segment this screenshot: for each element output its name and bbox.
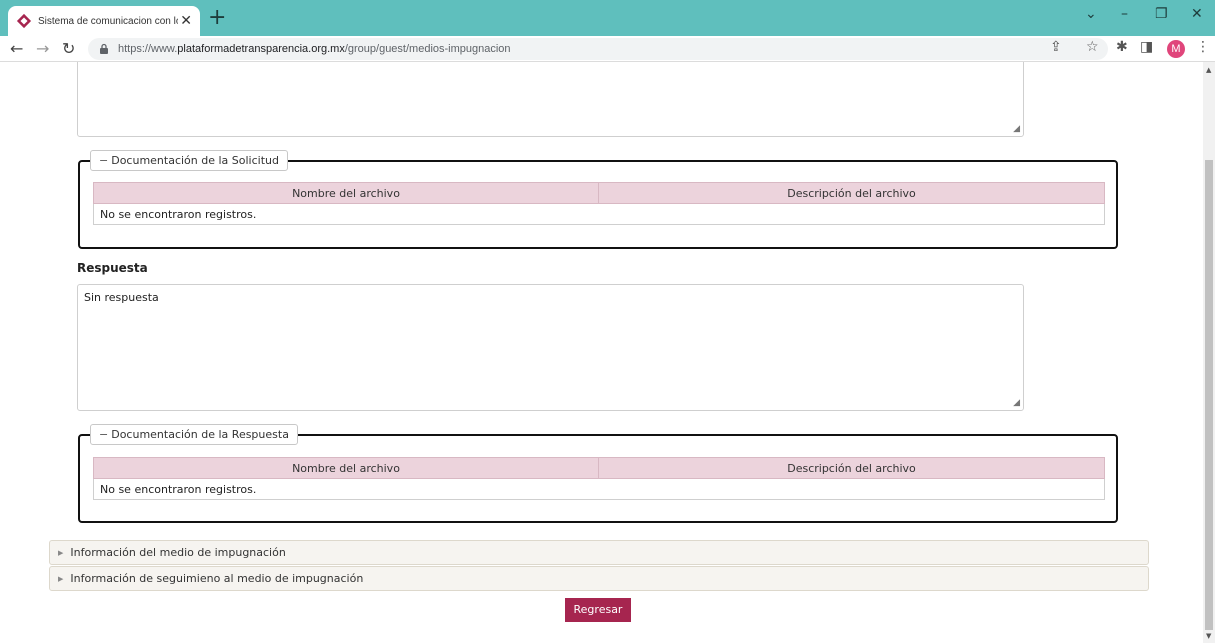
new-tab-button[interactable]: + bbox=[208, 7, 226, 29]
column-header[interactable]: Descripción del archivo bbox=[598, 457, 1105, 479]
share-icon[interactable]: ⇪ bbox=[1050, 39, 1062, 55]
tab-search-icon[interactable]: ⌄ bbox=[1085, 6, 1097, 22]
minimize-icon[interactable]: – bbox=[1121, 6, 1128, 22]
accordion-seguimiento[interactable]: ▶ Información de seguimieno al medio de … bbox=[49, 566, 1149, 591]
column-header[interactable]: Descripción del archivo bbox=[598, 182, 1105, 204]
bookmark-star-icon[interactable]: ☆ bbox=[1086, 39, 1099, 55]
forward-arrow-icon[interactable]: → bbox=[36, 39, 49, 58]
column-header[interactable]: Nombre del archivo bbox=[93, 457, 599, 479]
close-tab-icon[interactable]: ✕ bbox=[180, 13, 192, 29]
column-header[interactable]: Nombre del archivo bbox=[93, 182, 599, 204]
expand-triangle-icon: ▶ bbox=[58, 548, 64, 557]
empty-message: No se encontraron registros. bbox=[93, 203, 1105, 225]
scroll-thumb[interactable] bbox=[1205, 160, 1213, 630]
page-scrollbar[interactable]: ▲ ▼ bbox=[1203, 62, 1215, 643]
respuesta-textarea[interactable]: Sin respuesta ◢ bbox=[77, 284, 1024, 411]
scroll-down-icon[interactable]: ▼ bbox=[1206, 632, 1211, 640]
page-content: ◢ − Documentación de la Solicitud Nombre … bbox=[0, 62, 1203, 643]
tab-title: Sistema de comunicacion con los bbox=[38, 15, 178, 27]
address-bar[interactable]: https://www.plataformadetransparencia.or… bbox=[88, 38, 1108, 60]
scroll-up-icon[interactable]: ▲ bbox=[1206, 66, 1211, 74]
solicitud-docs-table: Nombre del archivo Descripción del archi… bbox=[93, 182, 1105, 225]
empty-message: No se encontraron registros. bbox=[93, 478, 1105, 500]
browser-tab[interactable]: Sistema de comunicacion con los ✕ bbox=[8, 6, 200, 36]
close-window-icon[interactable]: ✕ bbox=[1191, 6, 1203, 22]
lock-icon bbox=[100, 43, 108, 54]
expand-triangle-icon: ▶ bbox=[58, 574, 64, 583]
site-favicon-icon bbox=[16, 13, 32, 29]
browser-toolbar: ← → ↻ https://www.plataformadetransparen… bbox=[0, 36, 1215, 62]
profile-avatar[interactable]: M bbox=[1167, 40, 1185, 58]
respuesta-docs-legend[interactable]: − Documentación de la Respuesta bbox=[90, 424, 298, 445]
respuesta-docs-table: Nombre del archivo Descripción del archi… bbox=[93, 457, 1105, 500]
resize-grip-icon[interactable]: ◢ bbox=[1013, 124, 1020, 134]
extensions-icon[interactable]: ✱ bbox=[1116, 39, 1128, 55]
collapse-icon: − bbox=[99, 154, 109, 167]
accordion-medio-impugnacion[interactable]: ▶ Información del medio de impugnación bbox=[49, 540, 1149, 565]
solicitud-textarea[interactable]: ◢ bbox=[77, 62, 1024, 137]
browser-tab-strip: Sistema de comunicacion con los ✕ + ⌄ – … bbox=[0, 0, 1215, 36]
maximize-icon[interactable]: ❐ bbox=[1155, 6, 1168, 22]
back-arrow-icon[interactable]: ← bbox=[10, 39, 23, 58]
side-panel-icon[interactable]: ◨ bbox=[1140, 39, 1153, 55]
resize-grip-icon[interactable]: ◢ bbox=[1013, 398, 1020, 408]
url-text: https://www.plataformadetransparencia.or… bbox=[118, 43, 511, 55]
menu-kebab-icon[interactable]: ⋮ bbox=[1196, 39, 1210, 55]
respuesta-value: Sin respuesta bbox=[84, 291, 159, 304]
reload-icon[interactable]: ↻ bbox=[62, 39, 75, 58]
respuesta-label: Respuesta bbox=[77, 261, 148, 275]
collapse-icon: − bbox=[99, 428, 109, 441]
solicitud-docs-legend[interactable]: − Documentación de la Solicitud bbox=[90, 150, 288, 171]
regresar-button[interactable]: Regresar bbox=[565, 598, 631, 622]
